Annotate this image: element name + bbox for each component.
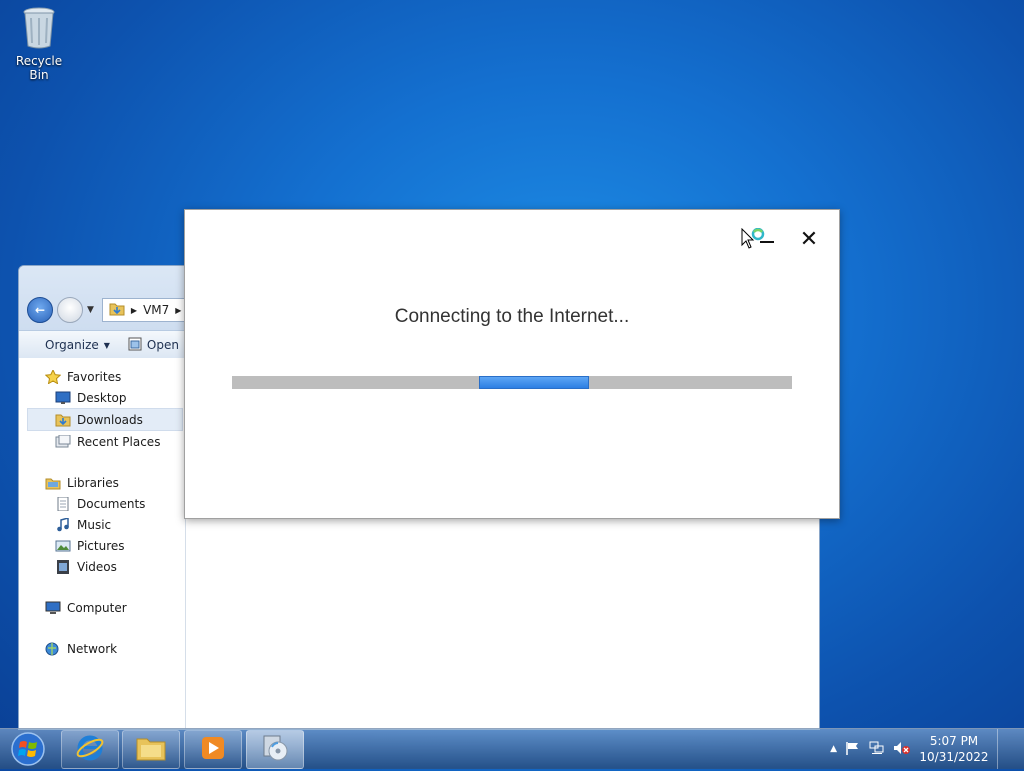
nav-label: Desktop: [77, 390, 127, 405]
downloads-icon: [55, 413, 71, 427]
desktop-icon: [55, 391, 71, 405]
nav-item-documents[interactable]: Documents: [19, 493, 185, 514]
forward-button[interactable]: [57, 297, 83, 323]
clock-time: 5:07 PM: [929, 734, 979, 748]
close-button[interactable]: ✕: [797, 227, 821, 252]
nav-label: Music: [77, 517, 112, 532]
recycle-bin-icon: [22, 6, 56, 50]
nav-label: Computer: [67, 600, 127, 615]
busy-cursor-icon: [741, 227, 771, 253]
notification-area: ▲ 5:07 PM 10/31/2022: [830, 729, 1024, 769]
taskbar: ▲ 5:07 PM 10/31/2022: [0, 728, 1024, 769]
folder-download-icon: [109, 302, 125, 319]
music-icon: [55, 516, 71, 532]
open-icon: [128, 337, 142, 354]
taskbar-windows-explorer[interactable]: [122, 730, 180, 769]
open-label: Open: [146, 338, 179, 352]
nav-label: Pictures: [77, 538, 125, 553]
nav-computer[interactable]: Computer: [19, 597, 185, 618]
documents-icon: [55, 496, 71, 511]
nav-item-recent-places[interactable]: Recent Places: [19, 431, 185, 452]
media-player-icon: [199, 734, 227, 765]
breadcrumb-arrow-icon[interactable]: ▶: [131, 306, 137, 315]
nav-label: Downloads: [77, 412, 143, 427]
nav-item-desktop[interactable]: Desktop: [19, 387, 185, 408]
taskbar-setup-program[interactable]: [246, 730, 304, 769]
action-center-flag-icon[interactable]: [845, 741, 861, 758]
taskbar-media-player[interactable]: [184, 730, 242, 769]
nav-label: Network: [67, 641, 118, 656]
nav-label: Libraries: [67, 475, 119, 490]
start-button[interactable]: [4, 730, 54, 768]
show-hidden-icons-icon[interactable]: ▲: [830, 744, 837, 754]
back-button[interactable]: ←: [27, 297, 53, 323]
address-path[interactable]: VM7: [143, 303, 169, 317]
clock-date: 10/31/2022: [919, 750, 989, 764]
nav-libraries[interactable]: Libraries: [19, 472, 185, 493]
recent-places-icon: [55, 434, 71, 449]
chevron-down-icon: ▼: [103, 340, 110, 350]
organize-label: Organize: [45, 338, 99, 352]
recent-pages-dropdown-icon[interactable]: ▼: [87, 305, 94, 315]
setup-disc-icon: [260, 733, 290, 766]
network-status-icon[interactable]: [869, 741, 885, 758]
computer-icon: [45, 601, 61, 615]
internet-explorer-icon: [75, 733, 105, 766]
nav-item-music[interactable]: Music: [19, 514, 185, 535]
nav-item-downloads[interactable]: Downloads: [27, 408, 183, 431]
nav-item-pictures[interactable]: Pictures: [19, 535, 185, 556]
pictures-icon: [55, 539, 71, 553]
libraries-icon: [45, 476, 61, 490]
nav-favorites[interactable]: Favorites: [19, 366, 185, 387]
progress-bar: [232, 376, 792, 389]
breadcrumb-arrow-icon[interactable]: ▶: [175, 306, 181, 315]
windows-explorer-icon: [135, 734, 167, 765]
open-button[interactable]: Open: [124, 337, 193, 354]
taskbar-internet-explorer[interactable]: [61, 730, 119, 769]
star-icon: [44, 368, 62, 385]
nav-item-videos[interactable]: Videos: [19, 556, 185, 577]
close-icon: ✕: [799, 227, 819, 252]
nav-label: Recent Places: [77, 434, 161, 449]
back-arrow-icon: ←: [34, 303, 46, 317]
videos-icon: [55, 559, 71, 574]
nav-network[interactable]: Network: [19, 638, 185, 659]
dialog-message: Connecting to the Internet...: [394, 306, 630, 327]
volume-muted-icon[interactable]: [893, 741, 911, 758]
network-icon: [45, 642, 61, 656]
recycle-bin-label: Recycle Bin: [15, 54, 63, 82]
navigation-pane: Favorites Desktop Downloads Recent Place…: [19, 358, 186, 729]
organize-button[interactable]: Organize ▼: [19, 338, 124, 352]
nav-label: Documents: [77, 496, 146, 511]
system-clock[interactable]: 5:07 PM 10/31/2022: [919, 733, 989, 765]
connecting-dialog: ✕ Connecting to the Internet...: [184, 209, 840, 519]
nav-label: Favorites: [67, 369, 122, 384]
desktop-icon-recycle-bin[interactable]: Recycle Bin: [6, 6, 72, 82]
nav-label: Videos: [77, 559, 117, 574]
show-desktop-button[interactable]: [997, 729, 1012, 769]
progress-indicator: [479, 376, 589, 389]
